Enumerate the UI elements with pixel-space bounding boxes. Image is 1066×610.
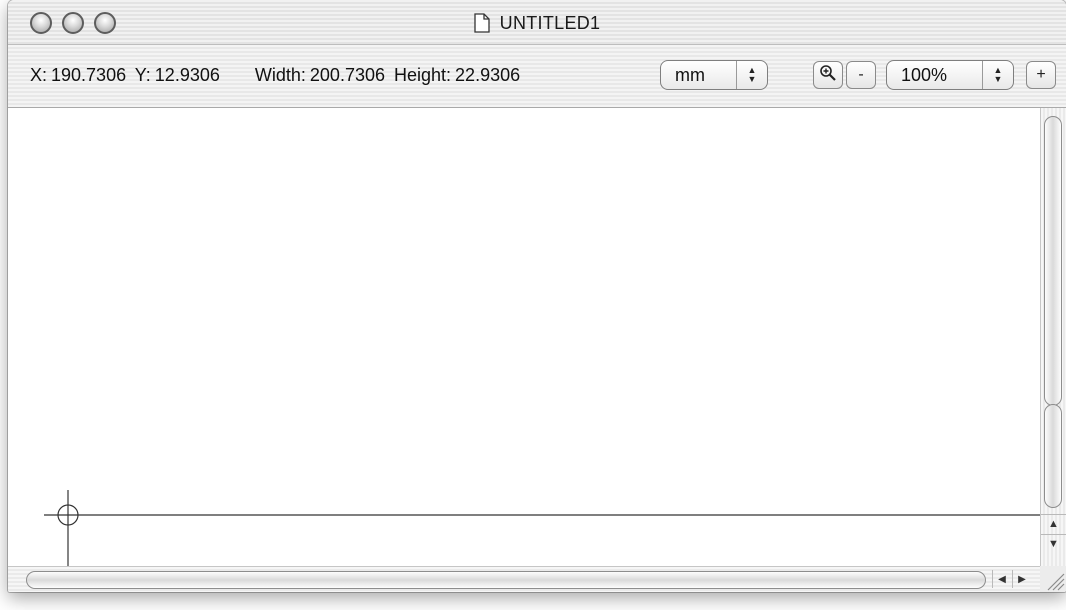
horizontal-scroll-thumb[interactable] — [26, 571, 986, 589]
zoom-tool-button[interactable] — [813, 61, 843, 89]
scroll-down-arrow-icon[interactable]: ▼ — [1041, 534, 1066, 553]
crosshair-origin-icon — [44, 490, 79, 566]
coordinate-readout: X: 190.7306 Y: 12.9306 Width: 200.7306 Heig… — [30, 65, 524, 86]
updown-arrows-icon: ▲ ▼ — [736, 61, 767, 89]
x-value: 190.7306 — [51, 65, 127, 85]
resize-grip-icon[interactable] — [1040, 566, 1066, 592]
vertical-scrollbar[interactable]: ▲ ▼ — [1040, 108, 1066, 566]
unit-value: mm — [675, 64, 705, 85]
unit-select[interactable]: mm ▲ ▼ — [660, 60, 768, 90]
zoom-in-button[interactable]: + — [1026, 61, 1056, 89]
canvas-drawing — [44, 490, 1040, 566]
width-label: Width: — [254, 65, 306, 85]
zoom-out-button[interactable]: - — [846, 61, 876, 89]
drawing-canvas[interactable] — [8, 108, 1040, 566]
height-label: Height: — [394, 65, 452, 85]
scroll-right-arrow-icon[interactable]: ▶ — [1012, 570, 1031, 588]
zoom-level-select[interactable]: 100% ▲ ▼ — [886, 60, 1014, 90]
vertical-scroll-thumb[interactable] — [1044, 404, 1062, 508]
info-toolbar: X: 190.7306 Y: 12.9306 Width: 200.7306 Heig… — [8, 45, 1066, 108]
title-bar[interactable]: UNTITLED1 — [8, 0, 1066, 45]
updown-arrows-icon: ▲ ▼ — [982, 61, 1013, 89]
window-title-group: UNTITLED1 — [8, 11, 1066, 35]
y-label: Y: — [134, 65, 151, 85]
magnifier-plus-icon — [819, 64, 837, 87]
horizontal-scrollbar[interactable]: ◀ ▶ — [8, 566, 1040, 592]
scroll-left-arrow-icon[interactable]: ◀ — [992, 570, 1011, 588]
vertical-scroll-track — [1044, 116, 1062, 406]
width-value: 200.7306 — [309, 65, 385, 85]
document-icon — [473, 13, 490, 33]
document-window: UNTITLED1 X: 190.7306 Y: 12.9306 Width: 200… — [8, 0, 1066, 592]
zoom-level-value: 100% — [901, 64, 948, 85]
y-value: 12.9306 — [154, 65, 220, 85]
x-label: X: — [30, 65, 48, 85]
window-title: UNTITLED1 — [499, 12, 601, 33]
scroll-up-arrow-icon[interactable]: ▲ — [1041, 514, 1066, 533]
height-value: 22.9306 — [455, 65, 521, 85]
